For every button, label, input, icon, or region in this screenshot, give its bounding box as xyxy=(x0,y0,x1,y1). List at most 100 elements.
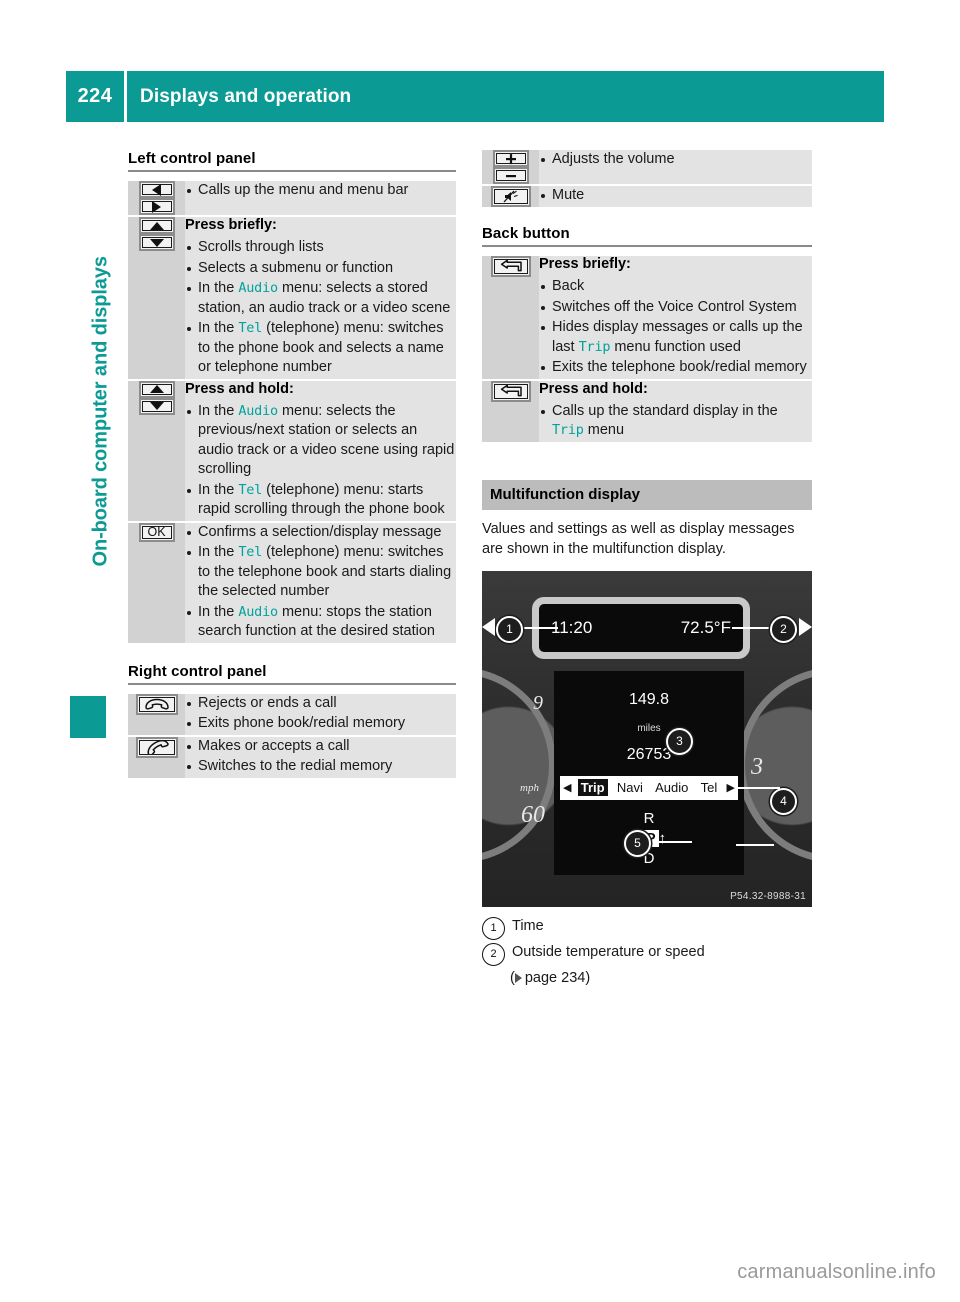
inline-text: Mute xyxy=(552,187,585,203)
row-icon-cell xyxy=(128,216,185,380)
left-column: Left control panel Calls up the menu and… xyxy=(128,150,456,778)
bullet-item: In the Audio menu: selects the previous/… xyxy=(185,402,456,480)
header-page-number: 224 xyxy=(77,85,113,107)
bullet-item: In the Tel (telephone) menu: starts rapi… xyxy=(185,481,456,520)
legend-callout-number: 1 xyxy=(482,916,505,940)
inline-text: In the xyxy=(198,544,239,560)
arrow-down-button-icon[interactable] xyxy=(128,397,185,415)
arrow-up-button-icon[interactable] xyxy=(128,217,185,234)
inline-text: Scrolls through lists xyxy=(198,239,324,255)
inline-text: In the xyxy=(198,481,239,498)
volume-controls-table: Adjusts the volume Mute xyxy=(482,150,812,207)
section-heading-back-button: Back button xyxy=(482,225,570,242)
row-description-cell: Press and hold: In the Audio menu: select… xyxy=(185,379,456,522)
arrow-right-button-icon[interactable] xyxy=(128,198,185,215)
volume-up-button-icon[interactable] xyxy=(482,150,539,167)
dial-number-3: 3 xyxy=(751,753,763,780)
right-column: Adjusts the volume Mute Back button Press… xyxy=(482,150,812,988)
row-description-cell: Rejects or ends a call Exits phone book/r… xyxy=(185,693,456,736)
menu-item-trip[interactable]: Trip xyxy=(577,779,608,796)
callout-1-arrow-icon xyxy=(482,617,495,636)
outside-temperature: 72.5°F xyxy=(680,617,731,637)
ok-button-icon[interactable]: OK xyxy=(128,522,185,542)
upper-display-content: 11:20 72.5°F xyxy=(539,604,743,652)
legend-label: Outside temperature or speed xyxy=(512,943,705,960)
mute-button-icon[interactable] xyxy=(482,186,539,207)
dial-number-9: 9 xyxy=(533,691,543,714)
inline-text: Confirms a selection/display message xyxy=(198,523,442,540)
bullet-item: Scrolls through lists xyxy=(185,238,456,258)
chapter-label: On-board computer and displays xyxy=(89,256,112,567)
row-icon-cell xyxy=(482,185,539,207)
menu-item-tel[interactable]: Tel xyxy=(698,779,721,796)
bullet-item: Exits phone book/redial memory xyxy=(185,714,456,734)
leader-line-5 xyxy=(648,840,692,843)
row-icon-cell xyxy=(482,150,539,185)
row-description-cell: Adjusts the volume xyxy=(539,150,812,185)
row-lead-label: Press and hold: xyxy=(185,380,294,397)
row-bullet-list: Confirms a selection/display message In t… xyxy=(185,523,456,642)
trip-distance-unit: miles xyxy=(637,722,661,734)
left-control-panel-table: Calls up the menu and menu bar Press brie… xyxy=(128,181,456,643)
menu-bar-left-arrow-icon[interactable]: ◀ xyxy=(563,781,571,794)
row-description-cell: Mute xyxy=(539,185,812,207)
bullet-item: Exits the telephone book/redial memory xyxy=(539,358,812,378)
menu-bar-right-arrow-icon[interactable]: ▶ xyxy=(727,781,735,794)
bullet-item: In the Tel (telephone) menu: switches to… xyxy=(185,319,456,378)
back-button-rows: Press briefly: Back Switches off the Voice… xyxy=(482,256,812,442)
odometer-value: 26753 xyxy=(626,745,672,763)
inline-text: menu xyxy=(583,422,625,438)
table-row: Press briefly: Back Switches off the Voice… xyxy=(482,256,812,380)
header-divider xyxy=(124,71,127,122)
bullet-item: Switches to the redial memory xyxy=(185,757,456,777)
figure-legend: 1 Time 2 Outside temperature or speed (page … xyxy=(482,916,812,988)
inline-text: Exits the telephone book/redial memory xyxy=(552,359,807,375)
inline-menu-token: Audio xyxy=(238,280,278,296)
inline-menu-token: Tel xyxy=(238,320,263,336)
table-row: Adjusts the volume xyxy=(482,150,812,185)
legend-cross-reference[interactable]: (page 234) xyxy=(482,968,812,988)
inline-text: Calls up the menu and menu bar xyxy=(198,182,409,198)
table-row: Press and hold: Calls up the standard dis… xyxy=(482,379,812,442)
callout-2-arrow-icon xyxy=(799,617,812,636)
row-bullet-list: Calls up the standard display in the Tri… xyxy=(539,402,812,441)
leader-line-2 xyxy=(732,626,774,629)
gear-d: D xyxy=(643,849,655,867)
inline-text: Exits phone book/redial memory xyxy=(198,715,406,731)
row-icon-cell xyxy=(482,256,539,380)
inline-menu-token: Tel xyxy=(238,544,263,560)
bullet-item: Back xyxy=(539,277,812,297)
row-lead-label: Press briefly: xyxy=(539,256,631,272)
back-button-icon[interactable] xyxy=(482,256,539,277)
gear-r: R xyxy=(643,809,655,827)
inline-text: Switches off the Voice Control System xyxy=(552,298,797,315)
page-reference-text[interactable]: page 234 xyxy=(525,970,585,986)
volume-down-button-icon[interactable] xyxy=(482,167,539,184)
section-heading-right-control-panel: Right control panel xyxy=(128,662,267,680)
back-button-icon[interactable] xyxy=(482,380,539,402)
page-reference-arrow-icon xyxy=(514,972,522,983)
inline-text: Selects a submenu or function xyxy=(198,259,394,276)
bullet-item: Calls up the standard display in the Tri… xyxy=(539,402,812,441)
leader-line-4 xyxy=(736,843,774,846)
menu-item-navi[interactable]: Navi xyxy=(614,779,646,796)
manual-page: 224 Displays and operation On-board comp… xyxy=(0,0,960,1302)
accept-call-button-icon[interactable] xyxy=(128,736,185,758)
chapter-sidebar: On-board computer and displays xyxy=(66,150,112,738)
row-icon-cell xyxy=(128,735,185,778)
menu-item-audio[interactable]: Audio xyxy=(652,779,691,796)
arrow-up-button-icon[interactable] xyxy=(128,380,185,398)
table-row: Makes or accepts a call Switches to the r… xyxy=(128,735,456,778)
inline-menu-token: Audio xyxy=(238,603,278,620)
callout-4: 4 xyxy=(770,787,797,815)
bullet-item: Calls up the menu and menu bar xyxy=(185,181,456,201)
menu-bar[interactable]: ◀ Trip Navi Audio Tel ▶ xyxy=(560,775,738,800)
inline-menu-token: Trip xyxy=(552,422,584,438)
bullet-item: In the Audio menu: stops the station sea… xyxy=(185,603,456,642)
row-bullet-list: Mute xyxy=(539,186,812,206)
arrow-left-button-icon[interactable] xyxy=(128,181,185,198)
inline-menu-token: Tel xyxy=(238,481,263,498)
end-call-button-icon[interactable] xyxy=(128,693,185,715)
arrow-down-button-icon[interactable] xyxy=(128,234,185,251)
inline-text: Switches to the redial memory xyxy=(198,758,393,774)
